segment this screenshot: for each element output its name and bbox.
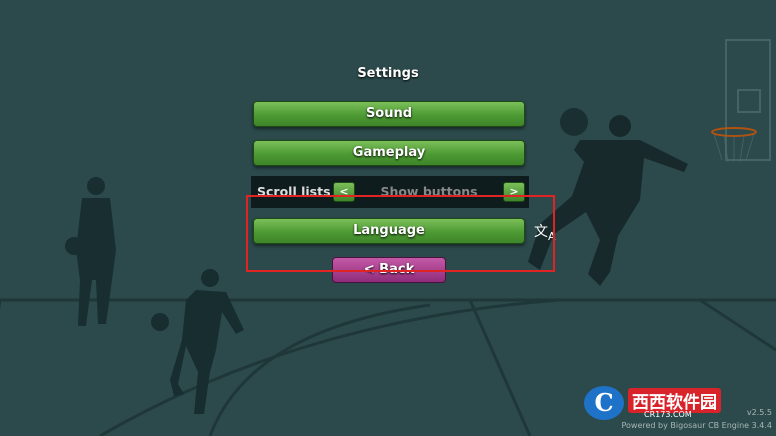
back-button[interactable]: < Back — [332, 257, 446, 283]
powered-by-label: Powered by Bigosaur CB Engine 3.4.4 — [621, 421, 773, 430]
scroll-lists-row: Scroll lists < Show buttons > — [251, 176, 529, 208]
sound-button[interactable]: Sound — [253, 101, 525, 127]
translate-icon[interactable]: 文A — [534, 221, 556, 243]
scroll-lists-label: Scroll lists — [257, 184, 331, 199]
scroll-prev-button[interactable]: < — [333, 182, 355, 202]
watermark-logo: C 西西软件园 CR173.COM — [584, 386, 754, 422]
scroll-lists-value: Show buttons — [380, 184, 478, 199]
gameplay-button[interactable]: Gameplay — [253, 140, 525, 166]
watermark-logo-mark: C — [584, 386, 624, 420]
watermark-url: CR173.COM — [644, 410, 692, 419]
version-label: v2.5.5 — [746, 408, 772, 417]
language-button[interactable]: Language — [253, 218, 525, 244]
translate-icon-letter: A — [548, 230, 556, 243]
settings-title: Settings — [357, 66, 419, 81]
scroll-next-button[interactable]: > — [503, 182, 525, 202]
translate-icon-glyph: 文 — [534, 224, 548, 240]
